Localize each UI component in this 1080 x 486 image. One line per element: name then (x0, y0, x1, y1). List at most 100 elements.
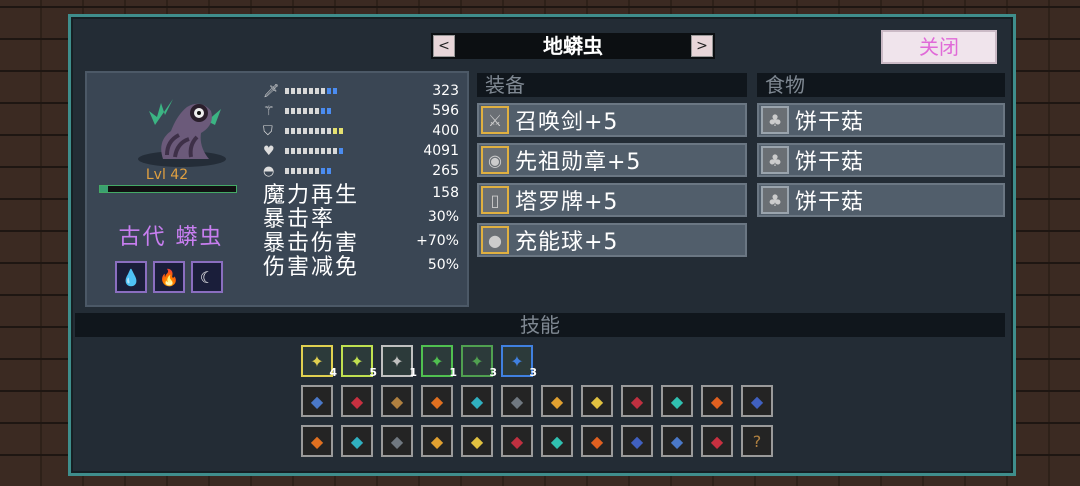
equipment-slot[interactable]: ▯ 塔罗牌+5 (477, 183, 747, 217)
sword-cross-skill-icon[interactable]: ◆ (421, 425, 453, 457)
skill-level: 3 (529, 366, 537, 379)
equipment-slot[interactable]: ⚔ 召唤剑+5 (477, 103, 747, 137)
mushroom-icon: ♣ (761, 186, 789, 214)
water-fire-buff-icon[interactable]: 💧 (115, 261, 147, 293)
sword-icon: ⚔ (481, 106, 509, 134)
level-label: Lvl 42 (145, 167, 189, 183)
food-label: 饼干菇 (795, 110, 865, 135)
armor-skill-icon[interactable]: ◆ (541, 385, 573, 417)
heart-stat-icon: ♥ (263, 143, 275, 159)
skill-level: 5 (369, 366, 377, 379)
mushroom-icon: ♣ (761, 106, 789, 134)
rise-skill-icon[interactable]: ◆ (501, 425, 533, 457)
food-slot[interactable]: ♣ 饼干菇 (757, 103, 1005, 137)
shield-stat-icon: ⛉ (263, 123, 273, 139)
lightning-skill-icon[interactable]: ◆ (301, 425, 333, 457)
stat-value: 4091 (423, 143, 459, 159)
slash-skill-icon[interactable]: ◆ (461, 425, 493, 457)
title-bar: < 地蟒虫 > (431, 33, 715, 59)
mushroom-icon: ♣ (761, 146, 789, 174)
cycle-skill-icon[interactable]: ◆ (381, 425, 413, 457)
food-header: 食物 (757, 73, 1005, 97)
stat-row: ⛉ 400 (263, 121, 459, 141)
chain-skill-icon[interactable]: ◆ (581, 425, 613, 457)
blood-skill-icon[interactable]: ◆ (341, 385, 373, 417)
claw-skill-icon[interactable]: ✦ 4 (301, 345, 337, 379)
stat-bar (285, 88, 371, 94)
orb-link-skill-icon[interactable]: ◆ (701, 385, 733, 417)
hand-skill-icon[interactable]: ◆ (301, 385, 333, 417)
food-label: 饼干菇 (795, 150, 865, 175)
prev-arrow-button[interactable]: < (433, 35, 455, 57)
next-arrow-button[interactable]: > (691, 35, 713, 57)
equipment-label: 召唤剑+5 (515, 110, 619, 135)
stat-bar (285, 148, 371, 154)
moon-buff-icon[interactable]: ☾ (191, 261, 223, 293)
derived-stat-value: 158 (432, 185, 459, 201)
stat-bar (285, 128, 371, 134)
food-slot[interactable]: ♣ 饼干菇 (757, 143, 1005, 177)
stat-value: 400 (432, 123, 459, 139)
character-panel: < 地蟒虫 > 关闭 Lvl 42 古代 蟒虫 💧 🔥 ☾ 🗡 323 ⚚ 596 ⛉ 4… (68, 14, 1016, 476)
derived-stat-row: 伤害减免 50% (263, 253, 459, 280)
crack-shield-skill-icon[interactable]: ◆ (741, 385, 773, 417)
food-label: 饼干菇 (795, 190, 865, 215)
derived-stat-value: 50% (427, 257, 459, 273)
link-skill-icon[interactable]: ◆ (661, 385, 693, 417)
equipment-label: 充能球+5 (515, 230, 619, 255)
wave-skill-icon[interactable]: ◆ (381, 385, 413, 417)
rain-skill-icon[interactable]: ◆ (541, 425, 573, 457)
flame-shield-buff-icon[interactable]: 🔥 (153, 261, 185, 293)
character-box: Lvl 42 古代 蟒虫 💧 🔥 ☾ 🗡 323 ⚚ 596 ⛉ 400 ♥ 4091 ◓ 265… (85, 71, 469, 307)
stat-row: ♥ 4091 (263, 141, 459, 161)
snowflake-skill-icon[interactable]: ◆ (461, 385, 493, 417)
spore-skill-icon[interactable]: ✦ 3 (461, 345, 497, 379)
food-slot[interactable]: ♣ 饼干菇 (757, 183, 1005, 217)
ring-skill-icon[interactable]: ◆ (701, 425, 733, 457)
stat-value: 323 (432, 83, 459, 99)
character-name: 古代 蟒虫 (118, 225, 224, 250)
skill-level: 3 (489, 366, 497, 379)
derived-stat-label: 伤害减免 (263, 255, 360, 280)
swirl-skill-icon[interactable]: ◆ (621, 425, 653, 457)
wind-skill-icon[interactable]: ✦ 5 (341, 345, 377, 379)
coin-skill-icon[interactable]: ◆ (421, 385, 453, 417)
orb-icon: ● (481, 226, 509, 254)
equipment-slot[interactable]: ◉ 先祖勋章+5 (477, 143, 747, 177)
shield-sword-skill-icon[interactable]: ✦ 3 (501, 345, 537, 379)
stat-row: 🗡 323 (263, 81, 459, 101)
equipment-label: 塔罗牌+5 (515, 190, 619, 215)
wand-stat-icon: ⚚ (263, 103, 275, 119)
stat-bar (285, 108, 371, 114)
derived-stat-value: +70% (416, 233, 459, 249)
sword-stat-icon: 🗡 (263, 83, 280, 99)
skills-header: 技能 (75, 313, 1005, 337)
character-title: 地蟒虫 (543, 34, 603, 58)
experience-bar (99, 185, 237, 193)
skill-level: 1 (449, 366, 457, 379)
skill-level: 1 (409, 366, 417, 379)
stone-skill-icon[interactable]: ◆ (501, 385, 533, 417)
equipment-label: 先祖勋章+5 (515, 150, 642, 175)
equipment-header: 装备 (477, 73, 747, 97)
shield-wind-skill-icon[interactable]: ✦ 1 (381, 345, 417, 379)
green-orb-skill-icon[interactable]: ✦ 1 (421, 345, 457, 379)
tarot-card-icon: ▯ (481, 186, 509, 214)
derived-stat-value: 30% (427, 209, 459, 225)
stat-bar (285, 168, 371, 174)
stat-row: ⚚ 596 (263, 101, 459, 121)
buff-list: 💧 🔥 ☾ (115, 261, 223, 293)
unknown-skill-icon[interactable]: ? (741, 425, 773, 457)
skill-level: 4 (329, 366, 337, 379)
stat-list: 🗡 323 ⚚ 596 ⛉ 400 ♥ 4091 ◓ 265 (263, 81, 459, 181)
sun-skill-icon[interactable]: ◆ (581, 385, 613, 417)
equipment-slot[interactable]: ● 充能球+5 (477, 223, 747, 257)
derived-stat-list: 魔力再生 158 暴击率 30% 暴击伤害 +70% 伤害减免 50% (263, 181, 459, 280)
stat-value: 596 (432, 103, 459, 119)
rune-skill-icon[interactable]: ◆ (621, 385, 653, 417)
drop-skill-icon[interactable]: ◆ (341, 425, 373, 457)
worm-sprite (138, 99, 226, 167)
potion-skill-icon[interactable]: ◆ (661, 425, 693, 457)
close-button[interactable]: 关闭 (881, 30, 997, 64)
medal-icon: ◉ (481, 146, 509, 174)
